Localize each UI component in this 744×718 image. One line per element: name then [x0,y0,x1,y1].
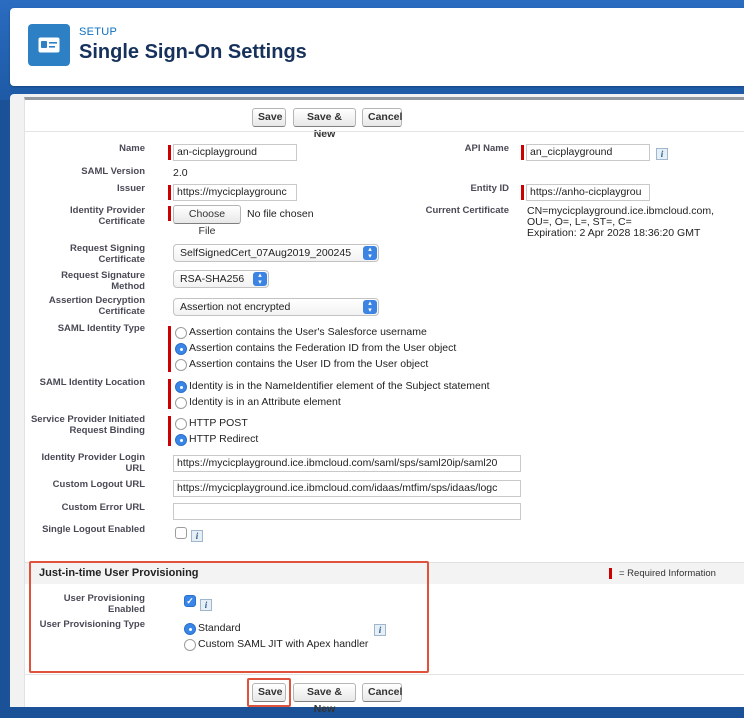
entity-id-input[interactable]: https://anho-cicplaygrou [526,184,650,201]
name-input[interactable]: an-cicplayground [173,144,297,161]
idp-login-url-input[interactable]: https://mycicplayground.ice.ibmcloud.com… [173,455,521,472]
saml-version-label: SAML Version [81,166,145,177]
cancel-button-bottom[interactable]: Cancel [362,683,402,702]
assertion-decryption-certificate-select[interactable]: Assertion not encrypted ▴ ▾ [173,298,379,316]
single-logout-checkbox[interactable] [175,527,187,539]
radio-location-nameidentifier[interactable] [175,381,187,393]
selected-value: RSA-SHA256 [180,273,245,285]
request-signature-method-select[interactable]: RSA-SHA256 ▴ ▾ [173,270,269,288]
required-marker [168,185,171,200]
info-icon[interactable]: i [656,148,668,160]
required-marker [168,416,171,446]
page-header: SETUP Single Sign-On Settings [10,8,744,86]
api-name-input[interactable]: an_cicplayground [526,144,650,161]
radio-label: Assertion contains the User ID from the … [189,358,429,370]
idp-login-url-label: Identity Provider Login URL [41,452,145,474]
cancel-button-top[interactable]: Cancel [362,108,402,127]
saml-version-value: 2.0 [173,167,188,179]
custom-error-url-label: Custom Error URL [61,502,145,513]
entity-id-label: Entity ID [470,183,509,194]
required-marker [168,326,171,372]
chevron-updown-icon: ▴ ▾ [363,300,377,314]
current-certificate-value: CN=mycicplayground.ice.ibmcloud.com, OU=… [527,206,714,239]
certificate-line: Expiration: 2 Apr 2028 18:36:20 GMT [527,227,701,239]
selected-value: Assertion not encrypted [180,301,291,313]
save-button-top[interactable]: Save [252,108,286,127]
custom-logout-url-input[interactable]: https://mycicplayground.ice.ibmcloud.com… [173,480,521,497]
request-signing-certificate-select[interactable]: SelfSignedCert_07Aug2019_200245 ▴ ▾ [173,244,379,262]
chevron-updown-icon: ▴ ▾ [253,272,267,286]
issuer-input[interactable]: https://mycicplaygrounc [173,184,297,201]
current-certificate-label: Current Certificate [425,205,509,216]
required-marker [168,145,171,160]
saml-identity-location-label: SAML Identity Location [39,377,145,388]
radio-binding-http-redirect[interactable] [175,434,187,446]
radio-location-attribute[interactable] [175,397,187,409]
issuer-label: Issuer [117,183,145,194]
idp-certificate-label: Identity Provider Certificate [70,205,145,227]
save-new-button-top[interactable]: Save & New [293,108,356,140]
radio-label: Assertion contains the User's Salesforce… [189,326,427,338]
custom-logout-url-label: Custom Logout URL [52,479,145,490]
sp-initiated-binding-label: Service Provider Initiated Request Bindi… [30,414,145,436]
divider [25,674,744,675]
jit-section-highlight [29,561,429,673]
choose-file-button[interactable]: Choose File [173,205,241,237]
radio-label: Identity is in the NameIdentifier elemen… [189,380,490,392]
single-logout-label: Single Logout Enabled [42,524,145,535]
required-marker [168,206,171,221]
radio-label: Assertion contains the Federation ID fro… [189,342,457,354]
radio-identity-user-id[interactable] [175,359,187,371]
radio-label: HTTP Redirect [189,433,259,445]
id-card-icon [28,24,70,66]
required-marker [521,145,524,160]
required-marker [521,185,524,200]
sso-settings-form: Save Save & New Cancel Name an-cicplaygr… [24,97,744,715]
saml-identity-type-label: SAML Identity Type [57,323,145,334]
radio-identity-username[interactable] [175,327,187,339]
save-button-highlight [247,678,291,707]
file-status: No file chosen [247,208,314,220]
page-title: Single Sign-On Settings [79,41,307,63]
radio-identity-federation-id[interactable] [175,343,187,355]
required-legend: = Required Information [619,568,716,579]
header-eyebrow: SETUP [79,26,118,38]
assertion-decryption-certificate-label: Assertion Decryption Certificate [48,295,145,317]
name-label: Name [119,143,145,154]
custom-error-url-input[interactable] [173,503,521,520]
selected-value: SelfSignedCert_07Aug2019_200245 [180,247,352,259]
request-signing-certificate-label: Request Signing Certificate [70,243,145,265]
api-name-label: API Name [464,143,509,154]
radio-label: HTTP POST [189,417,248,429]
main-content: Save Save & New Cancel Name an-cicplaygr… [10,94,744,715]
divider [25,131,744,132]
required-marker [609,568,612,579]
chevron-updown-icon: ▴ ▾ [363,246,377,260]
save-new-button-bottom[interactable]: Save & New [293,683,356,715]
radio-binding-http-post[interactable] [175,418,187,430]
radio-label: Identity is in an Attribute element [189,396,341,408]
required-marker [168,379,171,409]
request-signature-method-label: Request Signature Method [61,270,145,292]
info-icon[interactable]: i [191,530,203,542]
